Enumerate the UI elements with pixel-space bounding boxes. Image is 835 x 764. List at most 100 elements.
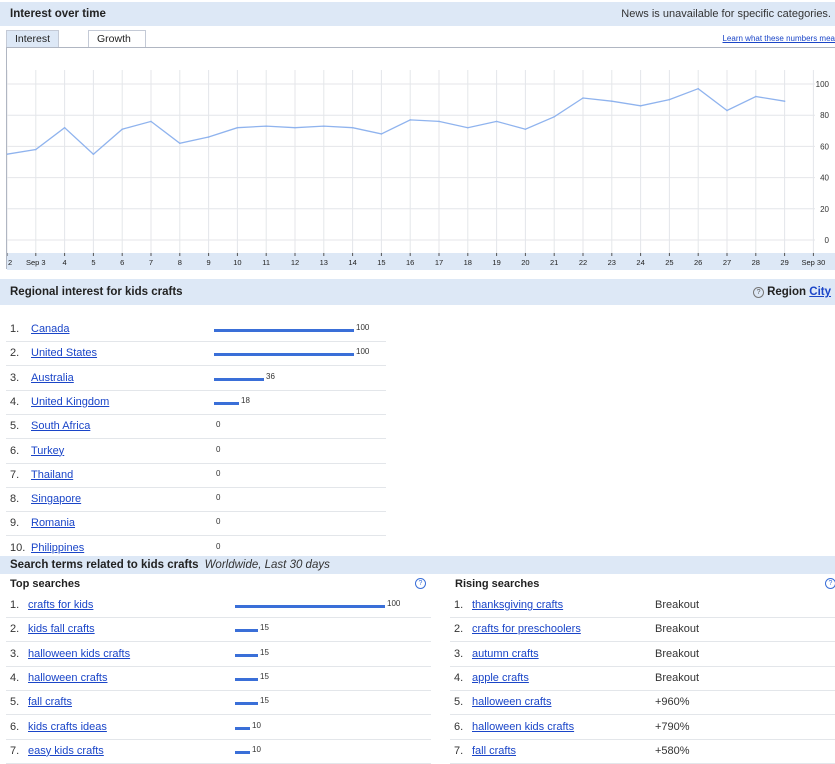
data-point	[351, 126, 354, 129]
region-link[interactable]: Singapore	[31, 493, 81, 505]
rising-help-icon[interactable]: ?	[825, 578, 835, 589]
rising-search-row: 3. autumn crafts Breakout	[450, 643, 835, 667]
tab-growth-relative[interactable]: Growth relative to category	[88, 30, 147, 96]
x-tick-label: 21	[550, 258, 558, 267]
rising-search-change: +580%	[655, 744, 690, 757]
x-tick-label: 23	[608, 258, 616, 267]
rising-search-rank: 5.	[454, 696, 464, 709]
top-search-link[interactable]: kids crafts ideas	[28, 721, 107, 733]
region-rank: 5.	[10, 420, 20, 433]
top-search-row: 4. halloween crafts 15	[6, 667, 431, 691]
region-row: 8. Singapore 0	[6, 488, 386, 513]
regional-header: Regional interest for kids crafts ? Regio…	[0, 279, 835, 305]
rising-search-link[interactable]: halloween crafts	[472, 696, 552, 708]
rising-search-change: Breakout	[655, 671, 700, 684]
city-link[interactable]: City	[809, 286, 831, 298]
top-search-value: 15	[260, 623, 269, 633]
region-bar	[214, 377, 264, 381]
top-search-bar	[235, 702, 258, 706]
data-point	[121, 128, 123, 131]
x-tick-label: 15	[377, 258, 385, 267]
region-row: 9. Romania 0	[6, 512, 386, 537]
top-search-link[interactable]: fall crafts	[28, 696, 72, 708]
rising-search-link[interactable]: autumn crafts	[472, 648, 539, 660]
x-tick-label: 2	[8, 258, 12, 267]
rising-search-change: Breakout	[655, 647, 700, 660]
region-rank: 6.	[10, 444, 20, 457]
data-point	[438, 120, 440, 123]
top-search-rank: 7.	[10, 744, 20, 757]
region-value: 0	[216, 493, 221, 503]
data-point	[553, 115, 555, 118]
region-row: 3. Australia 36	[6, 367, 386, 391]
top-search-row: 3. halloween kids crafts 15	[6, 643, 431, 667]
rising-search-change: +960%	[655, 696, 690, 709]
top-search-link[interactable]: crafts for kids	[28, 599, 93, 611]
top-search-bar	[235, 726, 250, 730]
data-point	[639, 105, 642, 107]
data-point	[207, 136, 210, 138]
x-tick-label: 27	[723, 258, 731, 267]
top-search-value: 10	[252, 744, 261, 754]
help-icon[interactable]: ?	[753, 287, 765, 298]
regional-title: Regional interest for kids crafts	[10, 286, 183, 298]
region-link[interactable]: South Africa	[31, 420, 90, 432]
data-point	[380, 133, 383, 135]
top-search-link[interactable]: kids fall crafts	[28, 623, 95, 635]
x-tick-label: 28	[752, 258, 760, 267]
rising-search-row: 2. crafts for preschoolers Breakout	[450, 618, 835, 643]
rising-search-rank: 6.	[454, 720, 464, 733]
region-link[interactable]: United Kingdom	[31, 396, 109, 408]
x-tick-label: 12	[291, 258, 299, 267]
rising-search-change: Breakout	[655, 599, 700, 611]
top-search-value: 15	[260, 671, 269, 681]
region-label[interactable]: Region	[767, 286, 806, 298]
rising-search-link[interactable]: apple crafts	[472, 672, 529, 684]
region-link[interactable]: Philippines	[31, 542, 84, 554]
top-search-link[interactable]: halloween kids crafts	[28, 648, 130, 660]
region-value: 0	[216, 541, 221, 551]
top-help-icon[interactable]: ?	[415, 578, 426, 589]
region-value: 18	[241, 395, 250, 405]
region-link[interactable]: Canada	[31, 323, 70, 335]
top-search-value: 15	[260, 696, 269, 706]
region-link[interactable]: Romania	[31, 517, 75, 529]
region-rank: 10.	[10, 541, 26, 554]
region-link[interactable]: Thailand	[31, 469, 73, 481]
top-search-link[interactable]: halloween crafts	[28, 672, 108, 684]
rising-search-link[interactable]: fall crafts	[472, 745, 516, 757]
x-tick-label: 19	[492, 258, 500, 267]
data-point	[783, 100, 786, 102]
x-tick-label: 29	[780, 258, 788, 267]
region-link[interactable]: Australia	[31, 372, 74, 384]
x-tick-label: 22	[579, 258, 587, 267]
top-search-link[interactable]: easy kids crafts	[28, 745, 104, 757]
rising-search-change: Breakout	[655, 623, 700, 636]
region-rank: 8.	[10, 493, 20, 506]
top-search-rank: 1.	[10, 599, 20, 611]
region-link[interactable]: United States	[31, 347, 97, 359]
y-tick-label: 80	[820, 111, 829, 120]
rising-search-row: 6. halloween kids crafts +790%	[450, 716, 835, 740]
x-tick-label: 6	[120, 258, 124, 267]
x-tick-label: 20	[521, 258, 529, 267]
data-point	[611, 100, 613, 102]
region-link[interactable]: Turkey	[31, 445, 64, 457]
rising-search-rank: 4.	[454, 671, 464, 684]
region-value: 36	[266, 371, 275, 381]
region-value: 100	[356, 323, 370, 332]
top-search-rank: 6.	[10, 720, 20, 733]
learn-numbers-link[interactable]: Learn what these numbers mea	[722, 34, 835, 43]
rising-search-link[interactable]: thanksgiving crafts	[472, 599, 563, 611]
data-point	[495, 120, 498, 123]
data-point	[150, 120, 152, 123]
region-row: 5. South Africa 0	[6, 415, 386, 440]
y-tick-label: 60	[820, 142, 829, 151]
interest-chart-svg: 100 80 60 40 20 0 2 Sep 3 4 5 6 7 8 9 10 11 12 13 14 15 16 17…	[6, 70, 835, 270]
top-search-value: 100	[387, 599, 401, 608]
region-row: 4. United Kingdom 18	[6, 391, 386, 415]
rising-search-link[interactable]: halloween kids crafts	[472, 721, 574, 733]
rising-search-link[interactable]: crafts for preschoolers	[472, 623, 581, 635]
tab-interest-level[interactable]: Interest level	[6, 30, 60, 62]
region-value: 0	[216, 444, 221, 454]
